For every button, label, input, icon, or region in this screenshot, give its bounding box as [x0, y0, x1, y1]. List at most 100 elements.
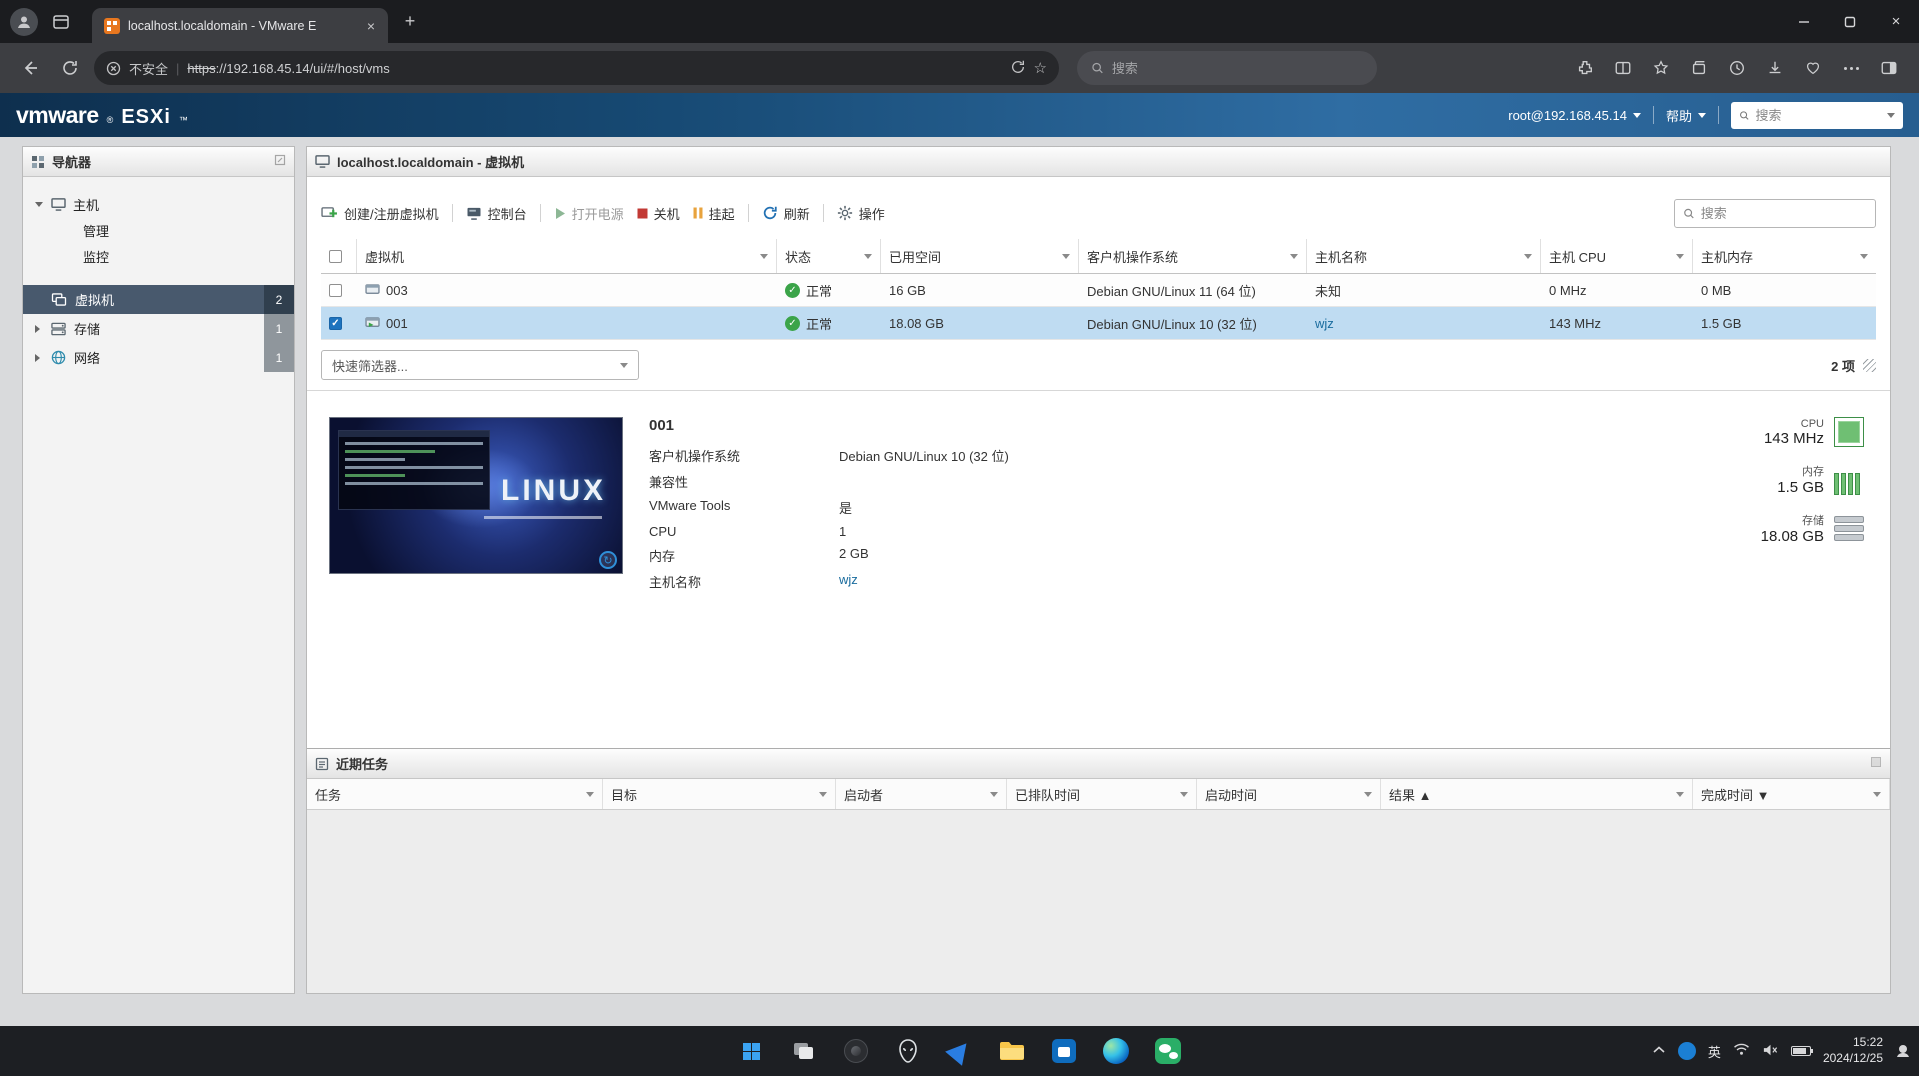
sidebar-item-host[interactable]: 主机	[23, 191, 294, 217]
column-header-vm[interactable]: 虚拟机	[357, 239, 777, 273]
wifi-icon[interactable]	[1733, 1043, 1750, 1059]
task-column-task[interactable]: 任务	[307, 779, 603, 809]
column-menu-icon[interactable]	[1364, 791, 1372, 797]
page-action-icon[interactable]	[1010, 59, 1026, 78]
collapsed-arrow-icon[interactable]	[35, 324, 40, 333]
browser-search[interactable]	[1077, 51, 1377, 85]
tray-chevron-up-icon[interactable]	[1652, 1044, 1666, 1058]
console-button[interactable]: 控制台	[466, 204, 527, 223]
task-view-button[interactable]	[785, 1032, 823, 1070]
pin-icon[interactable]	[274, 154, 286, 169]
column-menu-icon[interactable]	[1524, 253, 1532, 259]
settings-more-icon[interactable]	[1835, 52, 1867, 84]
sidebar-item-vms[interactable]: 虚拟机 2	[23, 285, 294, 314]
refresh-button[interactable]: 刷新	[762, 204, 810, 223]
row-checkbox[interactable]: ✓	[321, 307, 357, 339]
history-icon[interactable]	[1721, 52, 1753, 84]
task-column-completed[interactable]: 完成时间 ▼	[1693, 779, 1890, 809]
minimize-button[interactable]	[1781, 0, 1827, 43]
actions-button[interactable]: 操作	[837, 204, 885, 223]
copilot-button[interactable]	[837, 1032, 875, 1070]
column-menu-icon[interactable]	[1062, 253, 1070, 259]
vm-list-search[interactable]	[1674, 198, 1876, 228]
quick-filter-dropdown[interactable]: 快速筛选器...	[321, 350, 639, 380]
column-menu-icon[interactable]	[1676, 253, 1684, 259]
vm-name[interactable]: 001	[649, 417, 1009, 434]
esxi-search[interactable]	[1731, 101, 1903, 129]
new-tab-button[interactable]: +	[396, 8, 424, 36]
notification-icon[interactable]	[1895, 1042, 1911, 1061]
field-value-hostname[interactable]: wjz	[839, 572, 1009, 591]
thumbnail-refresh-icon[interactable]: ↻	[599, 551, 617, 569]
column-menu-icon[interactable]	[819, 791, 827, 797]
sidebar-item-monitor[interactable]: 监控	[23, 243, 294, 269]
vm-name-cell[interactable]: 003	[357, 274, 777, 306]
language-indicator[interactable]: 英	[1708, 1042, 1721, 1061]
vm-console-thumbnail[interactable]: LINUX ↻	[329, 417, 623, 574]
table-row-selected[interactable]: ✓ 001 ✓ 正常 18.08 GB Debian GNU/Linux 10 (…	[321, 307, 1876, 340]
profile-avatar-icon[interactable]	[10, 7, 38, 36]
task-column-queued[interactable]: 已排队时间	[1007, 779, 1197, 809]
sidebar-item-manage[interactable]: 管理	[23, 217, 294, 243]
column-header-status[interactable]: 状态	[777, 239, 881, 273]
vm-name-cell[interactable]: 001	[357, 307, 777, 339]
column-menu-icon[interactable]	[1873, 791, 1881, 797]
start-button[interactable]	[733, 1032, 771, 1070]
browser-search-input[interactable]	[1111, 60, 1363, 76]
blue-app[interactable]	[941, 1032, 979, 1070]
tray-blue-app-icon[interactable]	[1677, 1042, 1696, 1060]
edge-app[interactable]	[1097, 1032, 1135, 1070]
task-column-result[interactable]: 结果 ▲	[1381, 779, 1693, 809]
task-column-initiator[interactable]: 启动者	[836, 779, 1007, 809]
copilot-sidebar-icon[interactable]	[1873, 52, 1905, 84]
column-menu-icon[interactable]	[1860, 253, 1868, 259]
workspaces-icon[interactable]	[48, 9, 74, 35]
vm-list-search-input[interactable]	[1700, 205, 1867, 221]
task-column-target[interactable]: 目标	[603, 779, 836, 809]
wechat-app[interactable]	[1149, 1032, 1187, 1070]
address-bar[interactable]: 不安全 | https://192.168.45.14/ui/#/host/vm…	[94, 51, 1059, 85]
resize-grip-icon[interactable]	[1863, 358, 1876, 372]
favorites-icon[interactable]	[1645, 52, 1677, 84]
expand-arrow-icon[interactable]	[35, 201, 43, 207]
power-on-button[interactable]: 打开电源	[554, 204, 624, 223]
collapsed-arrow-icon[interactable]	[35, 353, 40, 362]
hostname-cell[interactable]: wjz	[1307, 307, 1541, 339]
select-all-checkbox[interactable]	[321, 239, 357, 273]
back-icon[interactable]	[14, 52, 46, 84]
collections-icon[interactable]	[1683, 52, 1715, 84]
suspend-button[interactable]: 挂起	[693, 204, 735, 223]
browser-essentials-icon[interactable]	[1797, 52, 1829, 84]
refresh-icon[interactable]	[54, 52, 86, 84]
task-column-started[interactable]: 启动时间	[1197, 779, 1381, 809]
column-menu-icon[interactable]	[760, 253, 768, 259]
downloads-icon[interactable]	[1759, 52, 1791, 84]
sidebar-item-storage[interactable]: 存储 1	[23, 314, 294, 343]
column-menu-icon[interactable]	[1676, 791, 1684, 797]
store-app[interactable]	[1045, 1032, 1083, 1070]
battery-icon[interactable]	[1790, 1046, 1813, 1056]
esxi-search-input[interactable]	[1755, 107, 1881, 123]
column-header-memory[interactable]: 主机内存	[1693, 239, 1876, 273]
bookmark-star-icon[interactable]: ☆	[1034, 59, 1047, 77]
user-menu[interactable]: root@192.168.45.14	[1508, 108, 1641, 123]
close-button[interactable]: ×	[1873, 0, 1919, 43]
column-menu-icon[interactable]	[1290, 253, 1298, 259]
volume-icon[interactable]	[1762, 1043, 1779, 1060]
help-menu[interactable]: 帮助	[1666, 106, 1706, 125]
table-row[interactable]: 003 ✓ 正常 16 GB Debian GNU/Linux 11 (64 位)…	[321, 274, 1876, 307]
alienware-app[interactable]	[889, 1032, 927, 1070]
row-checkbox[interactable]	[321, 274, 357, 306]
column-menu-icon[interactable]	[1180, 791, 1188, 797]
column-header-space[interactable]: 已用空间	[881, 239, 1079, 273]
column-menu-icon[interactable]	[990, 791, 998, 797]
column-header-os[interactable]: 客户机操作系统	[1079, 239, 1307, 273]
taskbar-clock[interactable]: 15:22 2024/12/25	[1823, 1035, 1883, 1066]
column-menu-icon[interactable]	[864, 253, 872, 259]
extensions-icon[interactable]	[1569, 52, 1601, 84]
power-off-button[interactable]: 关机	[637, 204, 680, 223]
browser-tab[interactable]: localhost.localdomain - VMware E ×	[92, 8, 388, 43]
split-screen-icon[interactable]	[1607, 52, 1639, 84]
file-explorer-app[interactable]	[993, 1032, 1031, 1070]
column-menu-icon[interactable]	[586, 791, 594, 797]
